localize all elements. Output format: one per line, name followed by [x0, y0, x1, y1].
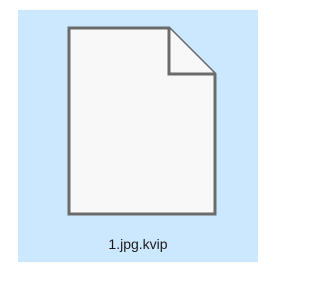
- file-name-label: 1.jpg.kvip: [108, 236, 168, 252]
- file-item-selected[interactable]: 1.jpg.kvip: [18, 10, 258, 262]
- blank-document-icon: [67, 26, 217, 216]
